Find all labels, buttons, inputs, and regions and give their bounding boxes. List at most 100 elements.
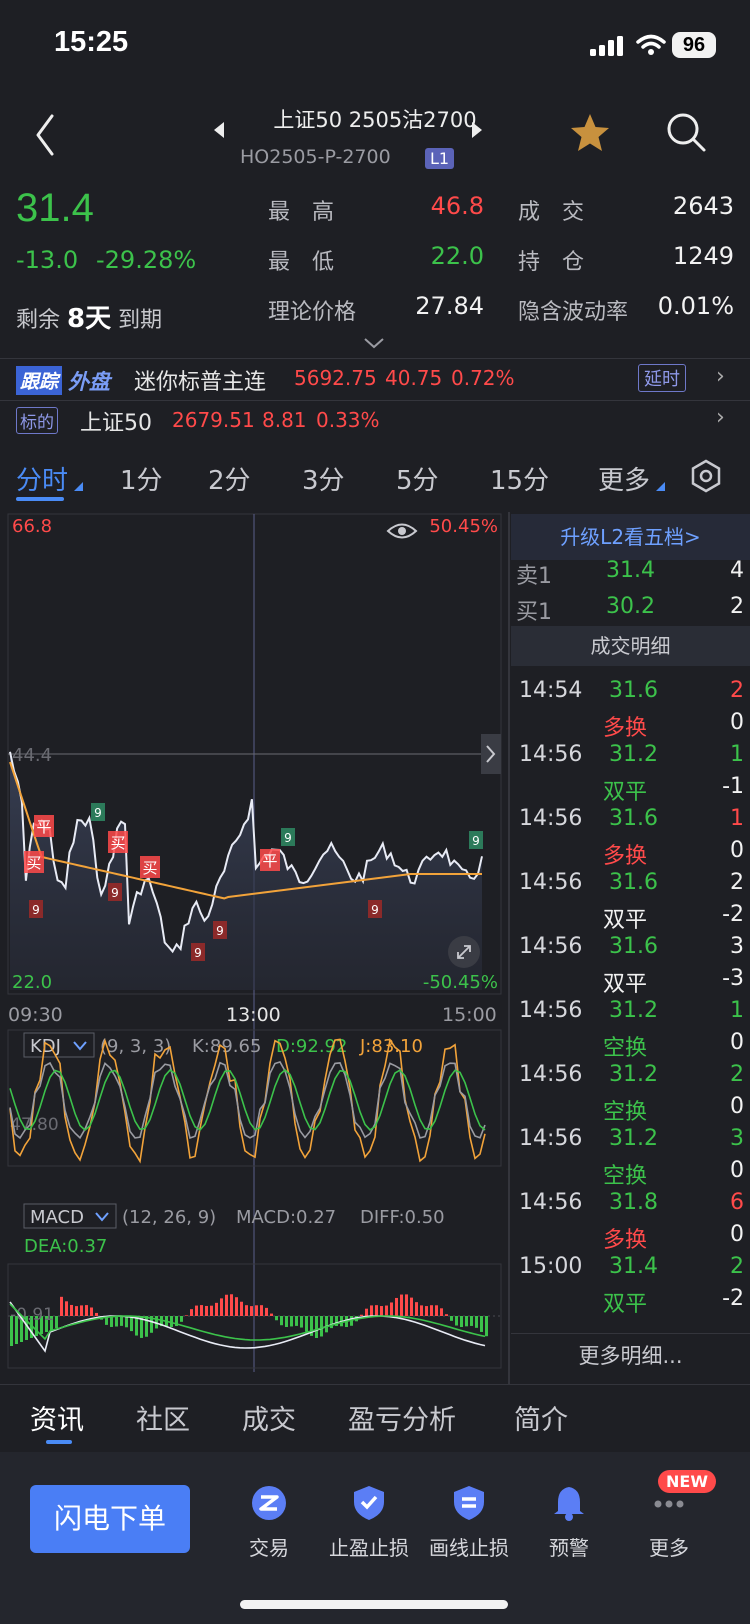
high-label: 最 高 (268, 200, 335, 225)
divider (0, 400, 750, 401)
macd-bar (470, 1316, 473, 1326)
favorite-star-icon[interactable] (568, 112, 612, 154)
low-value: 22.0 (430, 242, 484, 270)
underlying-change: 8.81 (262, 408, 307, 432)
trade-row: 15:00 31.4 2 双平 -2 (511, 1248, 750, 1317)
tab-more[interactable]: 更多 (598, 460, 650, 497)
tab-profile[interactable]: 简介 (514, 1398, 568, 1437)
kdj-params: (9, 3, 3) (100, 1036, 171, 1057)
macd-bar (145, 1316, 148, 1337)
macd-diff: DIFF:0.50 (360, 1207, 445, 1228)
search-icon[interactable] (664, 110, 708, 154)
macd-bar (215, 1302, 218, 1316)
trade-button[interactable]: 交易 (224, 1484, 314, 1561)
home-indicator[interactable] (240, 1600, 508, 1609)
upgrade-l2-link[interactable]: 升级L2看五档> (511, 514, 750, 560)
take-profit-stop-loss-button[interactable]: 止盈止损 (324, 1484, 414, 1561)
expand-panel-tab[interactable] (481, 734, 501, 774)
macd-bar (195, 1305, 198, 1316)
open-interest-value: 1249 (672, 242, 734, 270)
trade-time: 14:56 (519, 806, 583, 831)
tab-intraday[interactable]: 分时 (16, 460, 68, 497)
follow-change: 40.75 (385, 366, 443, 390)
tab-1min[interactable]: 1分 (120, 460, 163, 497)
macd-bar (480, 1316, 483, 1332)
trade-oi-change: 0 (730, 1094, 744, 1119)
underlying-name[interactable]: 上证50 (80, 405, 152, 437)
more-details-link[interactable]: 更多明细... (511, 1340, 750, 1370)
eye-icon[interactable] (386, 523, 418, 539)
macd-bar (245, 1305, 248, 1316)
macd-bar (275, 1316, 278, 1321)
macd-low-label: -0.91 (10, 1305, 54, 1325)
macd-bar (65, 1301, 68, 1316)
expiry-prefix: 剩余 (16, 308, 61, 333)
trade-marker: 平 (260, 849, 280, 871)
trade-price: 31.2 (609, 1062, 658, 1087)
underlying-badge: 标的 (16, 407, 58, 434)
chevron-right-icon[interactable]: › (716, 364, 725, 389)
trade-price: 31.6 (609, 806, 658, 831)
macd-bar (125, 1316, 128, 1328)
macd-bar (70, 1304, 73, 1316)
trade-price: 31.4 (609, 1254, 658, 1279)
nine-count-marker: 9 (213, 921, 227, 939)
bid1-volume: 2 (730, 594, 744, 619)
tab-15min[interactable]: 15分 (490, 460, 549, 497)
trade-time: 15:00 (519, 1254, 583, 1279)
volume-label: 成 交 (518, 200, 585, 225)
tab-5min[interactable]: 5分 (396, 460, 439, 497)
tab-pnl-analysis[interactable]: 盈亏分析 (348, 1398, 456, 1437)
tab-news[interactable]: 资讯 (30, 1398, 84, 1437)
dropdown-corner-icon (656, 482, 665, 491)
bid1-label: 买1 (516, 600, 552, 625)
flash-order-button[interactable]: 闪电下单 (30, 1485, 190, 1553)
expiry-suffix: 到期 (118, 308, 163, 333)
trade-oi-change: 0 (730, 1030, 744, 1055)
alert-button[interactable]: 预警 (524, 1484, 614, 1561)
chevron-right-icon[interactable]: › (716, 405, 725, 430)
macd-bar (130, 1316, 133, 1332)
draw-line-stop-button[interactable]: 画线止损 (424, 1484, 514, 1561)
more-button[interactable]: 更多 (624, 1484, 714, 1561)
macd-bar (115, 1316, 118, 1327)
macd-bar (255, 1305, 258, 1316)
trade-oi-change: -3 (722, 966, 744, 991)
pct-max-label: 50.45% (429, 516, 498, 537)
alert-label: 预警 (549, 1536, 589, 1560)
trade-price: 31.8 (609, 1190, 658, 1215)
macd-params: (12, 26, 9) (122, 1207, 216, 1228)
last-price: 31.4 (16, 186, 94, 230)
trade-oi-change: 0 (730, 838, 744, 863)
tab-community[interactable]: 社区 (136, 1398, 190, 1437)
intraday-chart[interactable]: 66.8 44.4 22.0 50.45% -50.45% 平买买买 平99 999… (0, 512, 505, 1372)
fullscreen-icon[interactable] (448, 936, 480, 968)
time-label-mid: 13:00 (226, 1004, 281, 1026)
trade-row: 14:56 31.8 6 多换 0 (511, 1184, 750, 1253)
trade-volume: 6 (730, 1190, 744, 1215)
follow-name[interactable]: 迷你标普主连 (134, 364, 266, 396)
tab-2min[interactable]: 2分 (208, 460, 251, 497)
trade-volume: 3 (730, 934, 744, 959)
macd-bar (425, 1306, 428, 1316)
macd-bar (185, 1315, 188, 1316)
nine-count-marker: 9 (469, 831, 483, 849)
macd-bar (415, 1302, 418, 1316)
y-max-label: 66.8 (12, 516, 52, 537)
macd-bar (235, 1297, 238, 1316)
trade-list[interactable]: 14:54 31.6 2 多换 0 14:56 31.2 1 双平 -1 14:56 31.6 1 多换 0… (511, 672, 750, 1317)
nine-count-marker: 9 (108, 883, 122, 901)
macd-bar (250, 1306, 253, 1316)
trade-marker: 平 (34, 815, 54, 837)
divider (511, 1333, 750, 1334)
next-contract-icon[interactable] (470, 122, 484, 138)
divider (0, 1384, 750, 1385)
take-profit-stop-loss-label: 止盈止损 (329, 1536, 409, 1560)
nine-count-marker: 9 (29, 900, 43, 918)
macd-bar (260, 1305, 263, 1316)
tab-3min[interactable]: 3分 (302, 460, 345, 497)
settings-hexagon-icon[interactable] (688, 458, 724, 494)
expand-chevron-icon[interactable] (363, 337, 385, 349)
trade-time: 14:56 (519, 870, 583, 895)
tab-trades[interactable]: 成交 (242, 1398, 296, 1437)
